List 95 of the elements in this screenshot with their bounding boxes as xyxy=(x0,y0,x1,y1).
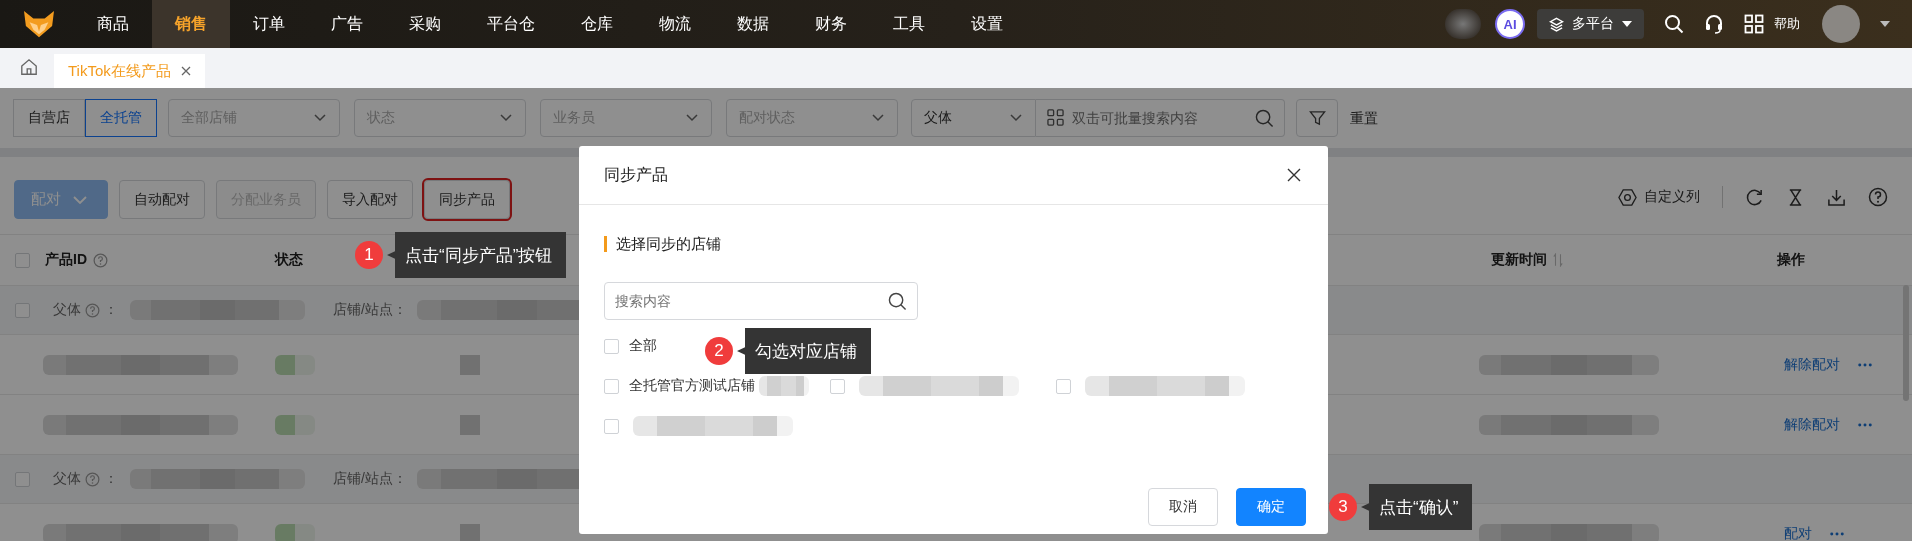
blurred-text xyxy=(759,376,809,396)
callout-tooltip: 点击“同步产品”按钮 xyxy=(387,232,567,278)
action-link[interactable]: 解除配对 xyxy=(1784,415,1840,434)
ai-badge[interactable]: AI xyxy=(1495,9,1525,39)
filter-button[interactable] xyxy=(1296,99,1338,137)
section-marker xyxy=(604,236,607,252)
nav-item[interactable]: 设置 xyxy=(948,0,1026,48)
close-icon[interactable] xyxy=(180,66,191,76)
cancel-button[interactable]: 取消 xyxy=(1148,488,1218,526)
chevron-down-icon xyxy=(314,114,326,122)
checkbox[interactable] xyxy=(604,378,619,394)
chevron-down-icon xyxy=(500,114,512,122)
nav-item[interactable]: 财务 xyxy=(792,0,870,48)
checkbox[interactable] xyxy=(604,418,619,434)
blurred-text xyxy=(460,414,480,435)
more-icon[interactable] xyxy=(1858,362,1872,367)
toolbar-button[interactable]: 同步产品 xyxy=(424,180,510,219)
confirm-button[interactable]: 确定 xyxy=(1236,488,1306,526)
blurred-status xyxy=(275,523,315,541)
search-icon[interactable] xyxy=(1664,14,1684,34)
nav-item[interactable]: 订单 xyxy=(230,0,308,48)
chevron-down-icon xyxy=(1010,114,1022,122)
refresh-icon[interactable] xyxy=(1745,187,1764,207)
checkbox[interactable] xyxy=(15,252,30,268)
chevron-down-icon xyxy=(73,195,87,204)
nav-item[interactable]: 仓库 xyxy=(558,0,636,48)
blurred-image xyxy=(1445,9,1481,39)
download-icon[interactable] xyxy=(1827,187,1846,207)
store-label: 店铺/站点： xyxy=(333,470,407,488)
nav-item[interactable]: 平台仓 xyxy=(464,0,558,48)
search-icon[interactable] xyxy=(888,292,907,311)
more-icon[interactable] xyxy=(1830,531,1844,536)
caret-icon xyxy=(1622,21,1632,27)
parent-label: 父体 xyxy=(53,470,81,488)
fox-logo-icon[interactable] xyxy=(22,9,56,39)
colon-text: ： xyxy=(104,301,118,319)
dialog-title: 同步产品 xyxy=(604,164,668,185)
nav-item[interactable]: 工具 xyxy=(870,0,948,48)
user-avatar[interactable] xyxy=(1822,5,1860,43)
blurred-status xyxy=(275,354,315,375)
help-link[interactable]: 帮助 xyxy=(1774,15,1800,33)
action-link[interactable]: 配对 xyxy=(1784,524,1812,541)
custom-columns-button[interactable]: 自定义列 xyxy=(1618,187,1700,207)
search-input[interactable]: 搜索内容 xyxy=(604,282,918,320)
checkbox[interactable] xyxy=(15,302,30,318)
platform-dropdown[interactable]: 多平台 xyxy=(1537,9,1644,39)
nav-item[interactable]: 数据 xyxy=(714,0,792,48)
callout-tooltip: 点击“确认” xyxy=(1361,484,1473,530)
step-badge: 3 xyxy=(1329,493,1357,521)
column-header: 状态 xyxy=(275,251,303,269)
store-label: 店铺/站点： xyxy=(333,301,407,319)
nav-item[interactable]: 广告 xyxy=(308,0,386,48)
checkbox-label[interactable]: 全托管官方测试店铺 xyxy=(629,377,755,395)
column-header: 产品ID xyxy=(45,251,87,269)
filter-icon xyxy=(1308,109,1326,127)
colon-text: ： xyxy=(104,470,118,488)
section-title: 选择同步的店铺 xyxy=(616,234,721,254)
blurred-text xyxy=(460,523,480,541)
more-icon[interactable] xyxy=(1858,422,1872,427)
checkbox[interactable] xyxy=(604,338,619,354)
column-header: 更新时间 xyxy=(1491,251,1547,269)
action-link[interactable]: 解除配对 xyxy=(1784,355,1840,374)
home-icon[interactable] xyxy=(20,58,38,76)
nav-item[interactable]: 物流 xyxy=(636,0,714,48)
chevron-down-icon xyxy=(686,114,698,122)
nav-item[interactable]: 商品 xyxy=(74,0,152,48)
nav-item[interactable]: 销售 xyxy=(152,0,230,48)
toolbar-button[interactable]: 导入配对 xyxy=(327,180,413,219)
blurred-status xyxy=(275,414,315,435)
layers-icon xyxy=(1549,16,1564,32)
column-header: 操作 xyxy=(1777,251,1805,269)
checkbox[interactable] xyxy=(830,378,845,394)
checkbox-label[interactable]: 全部 xyxy=(629,337,657,355)
segment-button[interactable]: 自营店 xyxy=(13,99,85,137)
parent-label: 父体 xyxy=(53,301,81,319)
callout-tooltip: 勾选对应店铺 xyxy=(737,328,871,374)
gear-icon xyxy=(1618,187,1637,207)
help-icon[interactable] xyxy=(93,252,108,268)
toolbar-button[interactable]: 自动配对 xyxy=(119,180,205,219)
scrollbar[interactable] xyxy=(1903,285,1909,401)
help-icon[interactable] xyxy=(1868,187,1888,207)
step-badge: 1 xyxy=(355,241,383,269)
grid-icon[interactable] xyxy=(1744,14,1764,34)
search-type-select[interactable]: 父体 xyxy=(911,99,1036,137)
close-icon[interactable] xyxy=(1287,168,1301,182)
segment-button[interactable]: 全托管 xyxy=(85,99,157,137)
headset-icon[interactable] xyxy=(1704,14,1724,34)
search-input[interactable]: 双击可批量搜索内容 xyxy=(1036,99,1285,137)
chevron-down-icon xyxy=(872,114,884,122)
caret-icon[interactable] xyxy=(1880,21,1890,27)
nav-item[interactable]: 采购 xyxy=(386,0,464,48)
reset-link[interactable]: 重置 xyxy=(1350,99,1378,137)
checkbox[interactable] xyxy=(15,471,30,487)
checkbox[interactable] xyxy=(1056,378,1071,394)
blurred-text xyxy=(460,354,480,375)
